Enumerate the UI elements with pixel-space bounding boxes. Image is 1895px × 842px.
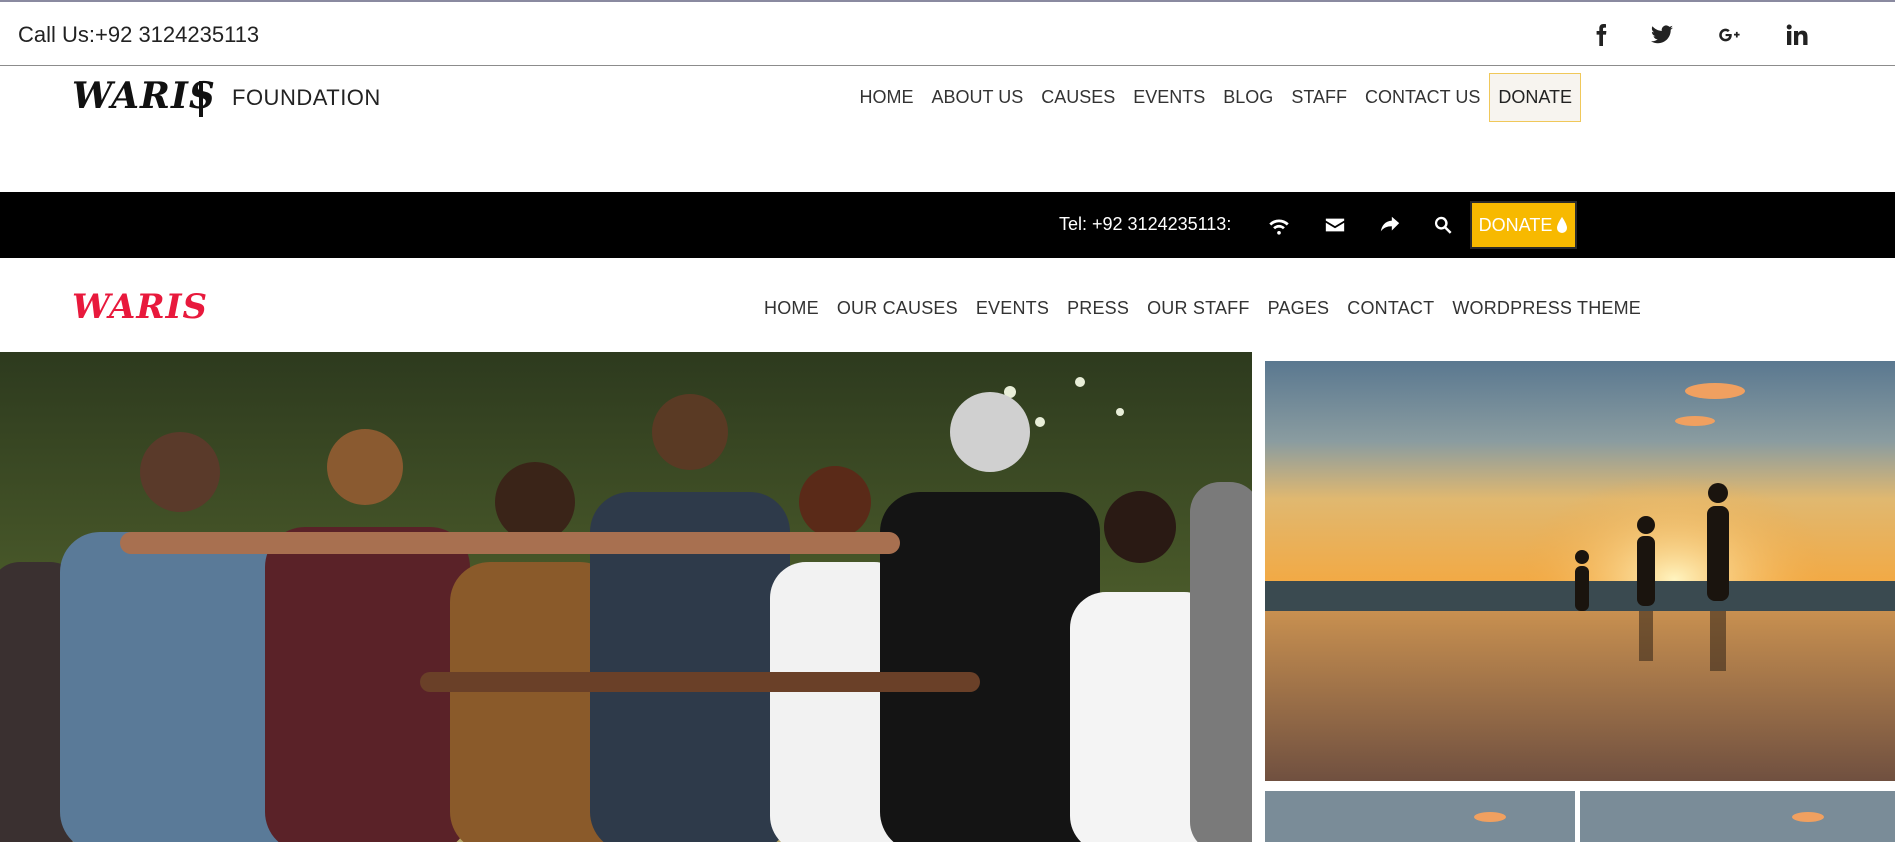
twitter-icon[interactable] <box>1646 20 1678 50</box>
nav2-item-press[interactable]: PRESS <box>1067 298 1129 319</box>
secondary-nav: HOME OUR CAUSES EVENTS PRESS OUR STAFF P… <box>764 298 1659 319</box>
nav2-item-contact[interactable]: CONTACT <box>1347 298 1434 319</box>
nav2-item-pages[interactable]: PAGES <box>1268 298 1330 319</box>
logo-subtitle: FOUNDATION <box>232 85 381 110</box>
share-icon[interactable] <box>1377 213 1403 237</box>
site-logo[interactable]: WARIS <box>72 75 216 117</box>
thumbnail-sunset-1[interactable] <box>1265 791 1575 842</box>
black-info-bar: Tel: +92 3124235113: DONATE <box>0 192 1895 258</box>
nav-item-about-us[interactable]: ABOUT US <box>923 73 1033 122</box>
donate-yellow-button[interactable]: DONATE <box>1470 201 1577 249</box>
drop-icon <box>1557 217 1568 233</box>
main-nav: HOME ABOUT US CAUSES EVENTS BLOG STAFF C… <box>851 73 1581 122</box>
facebook-icon[interactable] <box>1585 20 1617 50</box>
donate-label: DONATE <box>1478 214 1553 235</box>
google-plus-icon[interactable] <box>1714 20 1746 50</box>
search-icon[interactable] <box>1430 213 1456 237</box>
logo-divider <box>199 81 203 117</box>
nav-item-causes[interactable]: CAUSES <box>1032 73 1124 122</box>
nav2-item-home[interactable]: HOME <box>764 298 819 319</box>
nav2-item-our-staff[interactable]: OUR STAFF <box>1147 298 1249 319</box>
nav2-item-wordpress-theme[interactable]: WORDPRESS THEME <box>1452 298 1641 319</box>
thumbnail-sunset-2[interactable] <box>1580 791 1895 842</box>
wifi-icon[interactable] <box>1266 213 1292 237</box>
nav-item-events[interactable]: EVENTS <box>1124 73 1214 122</box>
site-logo-secondary[interactable]: WARIS <box>72 287 208 327</box>
nav2-item-our-causes[interactable]: OUR CAUSES <box>837 298 958 319</box>
envelope-icon[interactable] <box>1322 213 1348 237</box>
top-contact-bar: Call Us:+92 3124235113 <box>0 0 1895 66</box>
linkedin-icon[interactable] <box>1781 20 1813 50</box>
hero-image-people <box>0 352 1252 842</box>
donate-button[interactable]: DONATE <box>1489 73 1581 122</box>
side-image-beach-sunset <box>1265 361 1895 781</box>
nav-item-blog[interactable]: BLOG <box>1214 73 1282 122</box>
telephone-text: Tel: +92 3124235113: <box>1059 214 1232 234</box>
nav2-item-events[interactable]: EVENTS <box>976 298 1049 319</box>
header-secondary: WARIS HOME OUR CAUSES EVENTS PRESS OUR S… <box>0 258 1895 352</box>
header-primary: WARIS FOUNDATION HOME ABOUT US CAUSES EV… <box>0 67 1895 192</box>
nav-item-contact-us[interactable]: CONTACT US <box>1356 73 1489 122</box>
call-us-text: Call Us:+92 3124235113 <box>18 22 260 47</box>
nav-item-staff[interactable]: STAFF <box>1282 73 1356 122</box>
nav-item-home[interactable]: HOME <box>851 73 923 122</box>
